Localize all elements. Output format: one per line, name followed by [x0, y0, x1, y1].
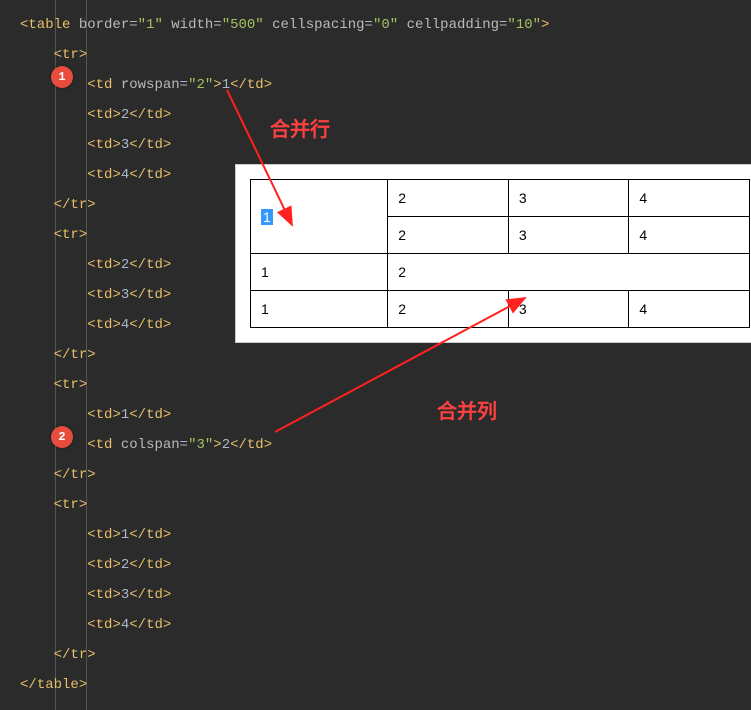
code-line: <tr>: [20, 370, 751, 400]
code-line: <tr>: [20, 490, 751, 520]
merged-row-cell: 1: [251, 180, 388, 254]
cell: 3: [508, 217, 629, 254]
callout-marker-2: 2: [51, 426, 73, 448]
code-line: <td>2</td>: [20, 100, 751, 130]
code-line: <td>3</td>: [20, 130, 751, 160]
code-line: </tr>: [20, 640, 751, 670]
table-row: 1 2: [251, 254, 750, 291]
cell: 2: [388, 180, 509, 217]
code-line: <td rowspan="2">1</td>: [20, 70, 751, 100]
code-line: <td colspan="3">2</td>: [20, 430, 751, 460]
code-line: </table>: [20, 670, 751, 700]
cell: 3: [508, 180, 629, 217]
cell: 3: [508, 291, 629, 328]
cell: 4: [629, 217, 750, 254]
code-line: </tr>: [20, 460, 751, 490]
cell: 4: [629, 180, 750, 217]
annotation-rowspan: 合并行: [270, 113, 330, 142]
annotation-colspan: 合并列: [437, 395, 497, 424]
code-line: <td>3</td>: [20, 580, 751, 610]
cell: 2: [388, 291, 509, 328]
table-row: 1 2 3 4: [251, 180, 750, 217]
code-line: <td>4</td>: [20, 610, 751, 640]
code-line: <td>2</td>: [20, 550, 751, 580]
cell: 1: [251, 291, 388, 328]
rendered-table-preview: 1 2 3 4 2 3 4 1 2 1 2 3 4: [236, 165, 751, 342]
merged-col-cell: 2: [388, 254, 750, 291]
code-line: <tr>: [20, 40, 751, 70]
callout-marker-1: 1: [51, 66, 73, 88]
code-editor: <table border="1" width="500" cellspacin…: [0, 0, 751, 710]
cell: 2: [388, 217, 509, 254]
cell: 1: [251, 254, 388, 291]
code-line: <table border="1" width="500" cellspacin…: [20, 10, 751, 40]
code-line: </tr>: [20, 340, 751, 370]
table-row: 1 2 3 4: [251, 291, 750, 328]
code-line: <td>1</td>: [20, 400, 751, 430]
preview-table: 1 2 3 4 2 3 4 1 2 1 2 3 4: [250, 179, 750, 328]
cell: 4: [629, 291, 750, 328]
code-line: <td>1</td>: [20, 520, 751, 550]
